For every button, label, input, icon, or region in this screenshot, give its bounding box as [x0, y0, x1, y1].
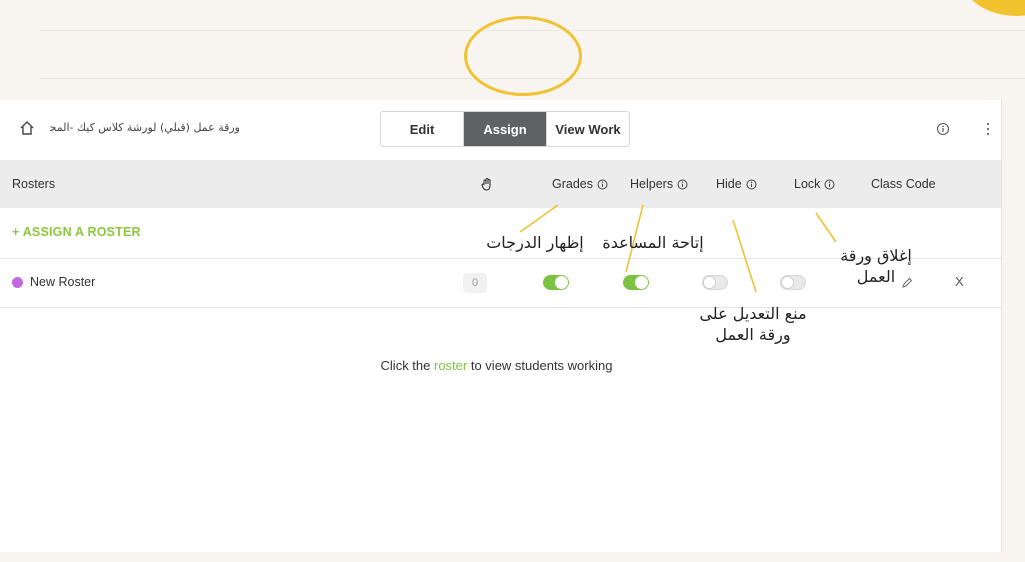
lock-callout: إغلاق ورقة العمل	[840, 246, 912, 286]
hand-icon	[481, 160, 493, 208]
roster-name[interactable]: New Roster	[30, 275, 95, 289]
header-rosters: Rosters	[12, 177, 56, 191]
raised-hands-count: 0	[463, 273, 487, 293]
worksheet-title: ورقة عمل (قبلي) لورشة كلاس كيك -المجموعة…	[50, 121, 240, 134]
hide-callout: منع التعديل على ورقة العمل	[699, 304, 807, 344]
more-vertical-icon[interactable]	[985, 120, 991, 138]
hint-after: to view students working	[467, 358, 613, 373]
grades-toggle[interactable]	[543, 275, 569, 290]
header-hide-label: Hide	[716, 177, 742, 191]
roster-color-dot	[12, 277, 23, 288]
tab-assign[interactable]: Assign	[464, 112, 546, 146]
hint-roster-link[interactable]: roster	[434, 358, 467, 373]
remove-roster-button[interactable]: X	[955, 274, 964, 289]
info-icon[interactable]	[597, 179, 608, 190]
info-icon[interactable]	[746, 179, 757, 190]
highlight-ellipse	[464, 16, 582, 96]
header-lock: Lock	[794, 160, 835, 208]
decorative-yellow-circle	[962, 0, 1025, 16]
header-grades-label: Grades	[552, 177, 593, 191]
grades-callout: إظهار الدرجات	[486, 233, 584, 252]
info-icon[interactable]	[677, 179, 688, 190]
assign-roster-link[interactable]: + ASSIGN A ROSTER	[12, 225, 141, 239]
hint-text: Click the roster to view students workin…	[0, 358, 993, 373]
helpers-toggle[interactable]	[623, 275, 649, 290]
header-helpers-label: Helpers	[630, 177, 674, 191]
lock-toggle[interactable]	[780, 275, 806, 290]
assign-panel: ورقة عمل (قبلي) لورشة كلاس كيك -المجموعة…	[0, 100, 1001, 552]
tab-view-work[interactable]: View Work	[546, 112, 629, 146]
mode-tabs: Edit Assign View Work	[380, 111, 630, 147]
info-icon[interactable]	[936, 122, 950, 136]
table-header: Rosters Grades Helpers Hide Lock Class C…	[0, 160, 1001, 208]
home-icon[interactable]	[18, 119, 36, 137]
header-helpers: Helpers	[630, 160, 688, 208]
helpers-callout: إتاحة المساعدة	[602, 233, 704, 252]
tab-edit[interactable]: Edit	[381, 112, 464, 146]
info-icon[interactable]	[824, 179, 835, 190]
hide-toggle[interactable]	[702, 275, 728, 290]
top-bar: ورقة عمل (قبلي) لورشة كلاس كيك -المجموعة…	[0, 100, 1001, 158]
header-class-code: Class Code	[871, 177, 936, 191]
header-grades: Grades	[552, 160, 608, 208]
hint-before: Click the	[380, 358, 434, 373]
scroll-edge	[1001, 100, 1002, 552]
header-hide: Hide	[716, 160, 757, 208]
header-lock-label: Lock	[794, 177, 821, 191]
